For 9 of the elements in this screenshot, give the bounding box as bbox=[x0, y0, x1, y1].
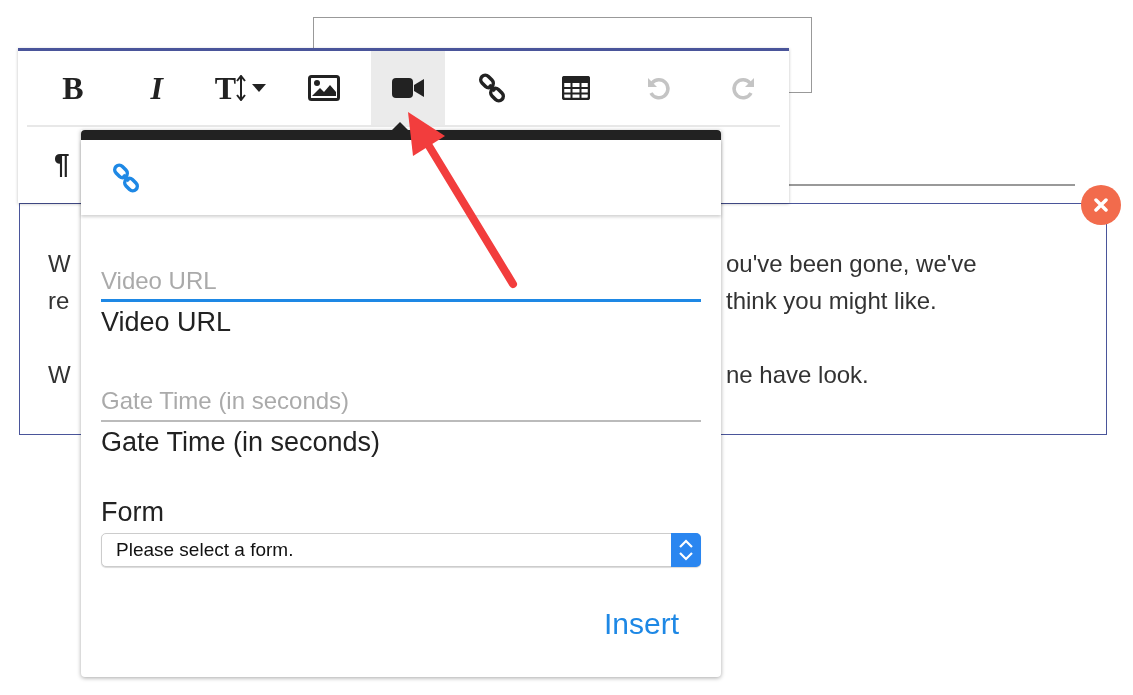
field-label: Gate Time (in seconds) bbox=[101, 426, 381, 459]
body-text: think you might like. bbox=[726, 286, 937, 316]
body-text: ou've been gone, we've bbox=[726, 249, 977, 279]
field-label: Form bbox=[101, 496, 164, 529]
body-text: W bbox=[48, 250, 71, 277]
body-text: ne have look. bbox=[726, 360, 869, 390]
body-text: re bbox=[48, 287, 70, 314]
body-text: W bbox=[48, 361, 71, 388]
field-label: Video URL bbox=[101, 306, 232, 339]
